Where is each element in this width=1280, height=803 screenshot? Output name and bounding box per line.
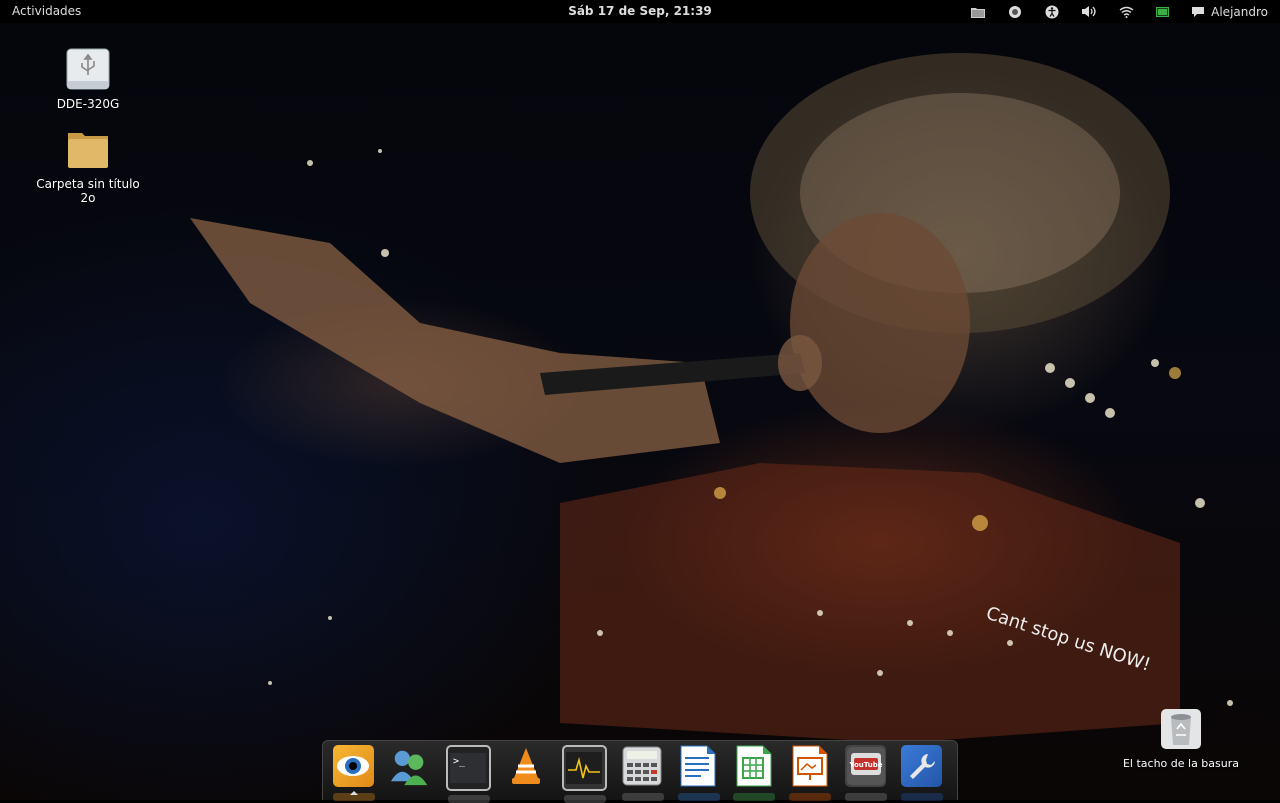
dock-app-messenger[interactable] [389,745,431,787]
calc-spreadsheet-icon [736,745,772,787]
dock-app-calc-spreadsheet[interactable] [733,745,776,801]
dock-app-impress[interactable] [789,745,832,801]
running-indicator [350,791,358,795]
desktop-icon-label: DDE-320G [56,97,120,111]
dock-app-vlc[interactable] [506,745,547,787]
clock-label[interactable]: Sáb 17 de Sep, 21:39 [568,4,712,18]
trash-icon [1159,707,1203,751]
top-panel: Actividades Sáb 17 de Sep, 21:39 Alejand… [0,0,1280,23]
folder-icon[interactable] [970,4,986,20]
activities-button[interactable]: Actividades [12,4,81,18]
user-menu[interactable]: Alejandro [1191,5,1268,19]
settings-wrench-icon [909,754,935,779]
eye-of-gnome-icon [337,756,370,776]
accessibility-icon[interactable] [1044,4,1060,20]
battery-icon[interactable] [1155,4,1171,20]
usb-drive-icon [66,47,110,91]
calculator-icon [622,746,662,786]
desktop-icon-trash[interactable]: El tacho de la basura [1121,707,1241,770]
system-tray: Alejandro [949,0,1268,23]
dock-app-youtube[interactable]: YouTube [845,745,888,801]
dock-app-system-monitor[interactable] [561,745,607,803]
desktop: Cant stop us NOW! DDE-320G Carpeta sin t… [0,23,1280,800]
svg-text:YouTube: YouTube [848,761,882,769]
wifi-icon[interactable] [1118,4,1134,20]
terminal-icon: >_ [450,753,487,783]
dock-app-calculator[interactable] [621,745,664,801]
dock-app-settings[interactable] [901,745,944,801]
dock-app-eye-of-gnome[interactable] [333,745,375,801]
desktop-icon-usb-drive[interactable]: DDE-320G [28,47,148,111]
writer-icon [680,745,716,787]
desktop-icon-folder[interactable]: Carpeta sin título 2o [28,127,148,205]
dock-app-writer[interactable] [677,745,720,801]
messenger-icon [390,750,428,786]
volume-icon[interactable] [1081,4,1097,20]
chat-icon [1192,6,1205,17]
dock: >_ YouTube [322,740,958,803]
record-icon[interactable] [1007,4,1023,20]
system-monitor-icon [566,752,603,784]
impress-icon [792,745,828,787]
user-name: Alejandro [1211,4,1268,19]
svg-text:>_: >_ [453,756,466,767]
wallpaper-image: Cant stop us NOW! [190,53,1233,743]
youtube-icon: YouTube [846,747,885,785]
desktop-icon-label: El tacho de la basura [1122,757,1240,770]
desktop-icon-label: Carpeta sin título 2o [36,177,140,205]
vlc-icon [512,748,541,784]
dock-app-terminal[interactable]: >_ [445,745,491,803]
folder-icon [66,127,110,171]
